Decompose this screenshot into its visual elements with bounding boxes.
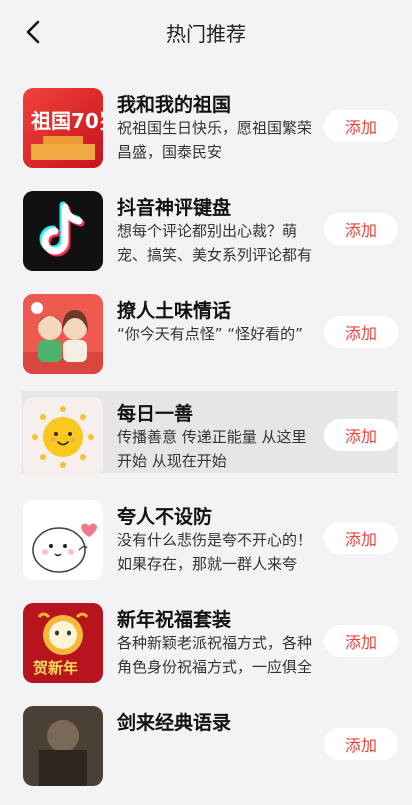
- sun-icon: [23, 397, 103, 477]
- recommend-list: 祖国70岁 我和我的祖国 祝祖国生日快乐，愿祖国繁荣昌盛，国泰民安 添加: [0, 84, 412, 805]
- add-button[interactable]: 添加: [324, 316, 398, 348]
- add-button[interactable]: 添加: [324, 419, 398, 451]
- item-description: 传播善意 传递正能量 从这里开始 从现在开始: [117, 428, 307, 470]
- item-description: “你今天有点怪” “怪好看的”: [117, 325, 303, 343]
- list-item[interactable]: 祖国70岁 我和我的祖国 祝祖国生日快乐，愿祖国繁荣昌盛，国泰民安 添加: [0, 84, 412, 187]
- add-button[interactable]: 添加: [324, 728, 398, 760]
- list-item[interactable]: 贺新年 新年祝福套装 各种新颖老派祝福方式，各种角色身份祝福方式，一应俱全 添加: [0, 599, 412, 702]
- list-item[interactable]: 撩人土味情话 “你今天有点怪” “怪好看的” 添加: [0, 290, 412, 393]
- list-item[interactable]: 抖音神评键盘 想每个评论都别出心裁？萌宠、搞笑、美女系列评论都有 添加: [0, 187, 412, 290]
- app-header: 热门推荐: [0, 0, 412, 64]
- item-title: 抖音神评键盘: [117, 197, 232, 219]
- item-thumbnail: [23, 706, 103, 786]
- add-button[interactable]: 添加: [324, 522, 398, 554]
- item-description: 没有什么悲伤是夸不开心的！如果存在，那就一群人来夸: [117, 531, 313, 573]
- thumb-text: 贺新年: [32, 659, 78, 677]
- list-item[interactable]: 剑来经典语录 添加: [0, 702, 412, 805]
- add-button[interactable]: 添加: [324, 110, 398, 142]
- tiktok-logo-icon: [23, 191, 103, 271]
- add-button[interactable]: 添加: [324, 625, 398, 657]
- item-description: 各种新颖老派祝福方式，各种角色身份祝福方式，一应俱全: [117, 634, 313, 676]
- item-title: 每日一善: [117, 403, 194, 425]
- list-item[interactable]: 每日一善 传播善意 传递正能量 从这里开始 从现在开始 添加: [0, 391, 412, 496]
- item-title: 撩人土味情话: [117, 300, 232, 322]
- item-title: 剑来经典语录: [117, 712, 232, 734]
- item-thumbnail: 贺新年: [23, 603, 103, 683]
- list-item[interactable]: 夸人不设防 没有什么悲伤是夸不开心的！如果存在，那就一群人来夸 添加: [0, 496, 412, 599]
- item-description: 祝祖国生日快乐，愿祖国繁荣昌盛，国泰民安: [117, 119, 313, 161]
- item-title: 我和我的祖国: [117, 94, 232, 116]
- item-description: 想每个评论都别出心裁？萌宠、搞笑、美女系列评论都有: [117, 222, 313, 264]
- item-thumbnail: [23, 294, 103, 374]
- thumb-text: 祖国70岁: [30, 109, 103, 133]
- page-title: 热门推荐: [166, 22, 246, 46]
- add-button[interactable]: 添加: [324, 213, 398, 245]
- item-title: 夸人不设防: [117, 506, 213, 528]
- item-thumbnail: 祖国70岁: [23, 88, 103, 168]
- item-thumbnail: [23, 500, 103, 580]
- item-title: 新年祝福套装: [117, 609, 232, 631]
